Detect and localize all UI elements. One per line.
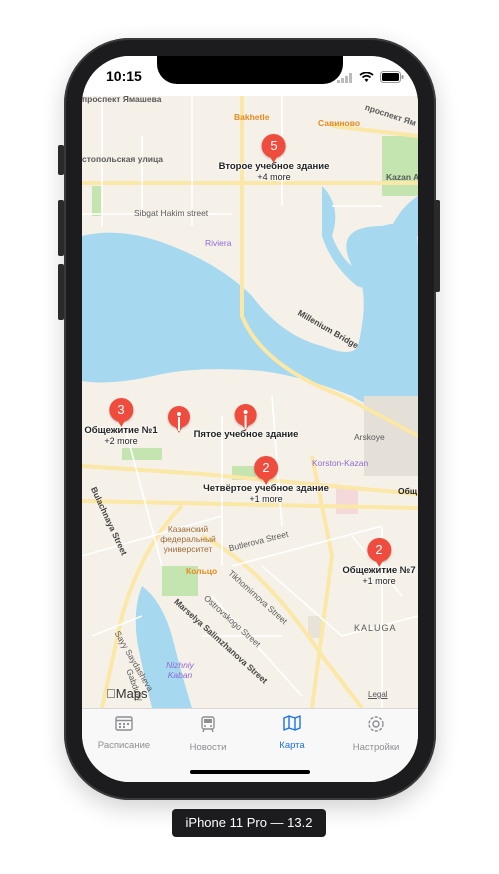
poi-label: Riviera (205, 238, 232, 248)
status-icons (337, 70, 404, 88)
apple-maps-logo: Maps (106, 686, 148, 701)
poi-label: Kazan Ar (386, 172, 418, 182)
tram-icon (200, 716, 216, 737)
mute-switch (58, 145, 64, 175)
cluster-count-badge: 5 (262, 134, 286, 163)
maps-attribution: Maps (106, 686, 148, 701)
map-cluster-pin[interactable]: 2 Четвёртое учебное здание +1 more (203, 456, 329, 505)
tab-label: Расписание (97, 740, 151, 751)
tab-label: Карта (279, 740, 305, 751)
tab-label: Настройки (352, 742, 400, 753)
notch (157, 56, 343, 84)
calendar-icon (115, 716, 133, 735)
status-time: 10:15 (106, 68, 142, 84)
cluster-more: +4 more (257, 172, 291, 182)
apple-logo-icon:  (106, 686, 116, 701)
map-view[interactable]: проспект Ямашева Bakhetle Савиново просп… (82, 94, 418, 708)
phone-screen: 10:15 проспект Ямашева Bakhetle Савиново… (82, 56, 418, 782)
poi-label: Bakhetle (234, 112, 270, 122)
cluster-count-badge: 2 (253, 456, 278, 485)
poi-label: Казанский федеральный университет (160, 524, 216, 554)
tab-news[interactable]: Новости (166, 715, 250, 753)
tab-map[interactable]: Карта (250, 715, 334, 751)
cluster-more: +1 more (362, 576, 396, 586)
poi-label: Савиново (318, 118, 361, 128)
map-cluster-pin[interactable]: 5 Второе учебное здание +4 more (219, 134, 329, 183)
map-pin[interactable]: Пятое учебное здание (194, 404, 298, 440)
legal-link[interactable]: Legal (368, 690, 388, 699)
cluster-more: +2 more (104, 436, 138, 446)
water-label: Nizhniy Kaban (166, 660, 194, 680)
poi-label: Arskoye (354, 432, 385, 442)
device-caption: iPhone 11 Pro — 13.2 (172, 809, 326, 837)
tab-settings[interactable]: Настройки (334, 715, 418, 753)
poi-label: Общ (398, 486, 418, 496)
cluster-count-badge: 3 (108, 398, 133, 427)
volume-up-button (58, 200, 64, 256)
street-label: стопольская улица (82, 154, 164, 164)
power-button (434, 200, 440, 292)
wifi-icon (359, 70, 374, 88)
tab-label: Новости (189, 742, 227, 753)
street-label: Sibgat Hakim street (134, 208, 209, 218)
map-cluster-pin[interactable]: 2 Общежитие №7 +1 more (342, 538, 416, 587)
tab-schedule[interactable]: Расписание (82, 715, 166, 751)
map-icon (283, 715, 301, 735)
district-label: KALUGA (354, 623, 397, 633)
cluster-count-badge: 2 (366, 538, 391, 567)
battery-icon (380, 70, 404, 88)
gear-icon (367, 716, 385, 737)
home-indicator[interactable] (190, 770, 310, 774)
location-pin-icon (168, 406, 190, 433)
poi-label: Кольцо (186, 566, 218, 576)
map-pin[interactable] (168, 406, 190, 433)
volume-down-button (58, 264, 64, 320)
map-cluster-pin[interactable]: 3 Общежитие №1 +2 more (84, 398, 158, 447)
location-pin-icon (235, 404, 257, 431)
cluster-more: +1 more (249, 494, 283, 504)
